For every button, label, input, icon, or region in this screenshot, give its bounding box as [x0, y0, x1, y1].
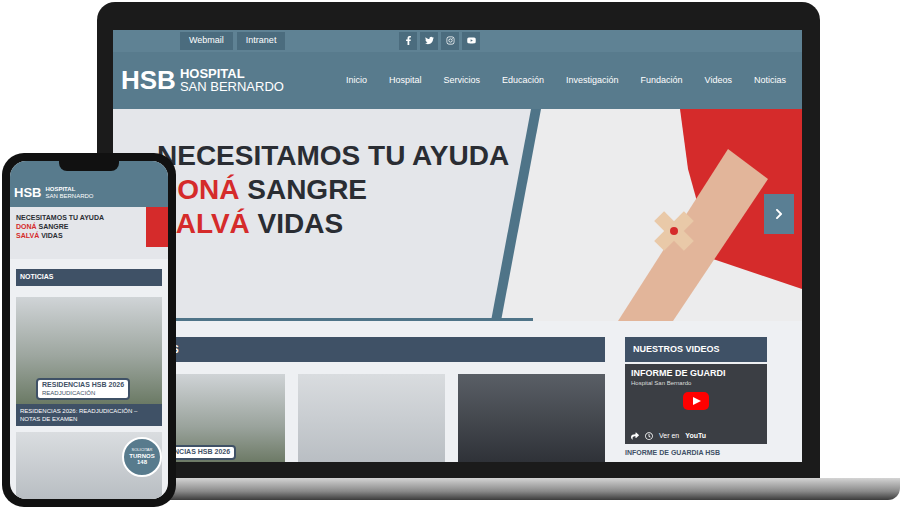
news-section: NOTICIASRESIDENCIAS HSB 2026	[121, 337, 605, 462]
videos-section: NUESTROS VIDEOSINFORME DE GUARDIHospital…	[625, 337, 767, 462]
nav-item[interactable]: Noticias	[754, 74, 786, 88]
social-icon	[425, 36, 434, 45]
logo-mark: HSB	[14, 186, 41, 199]
top-bar: WebmailIntranet	[113, 30, 802, 52]
social-button[interactable]	[399, 32, 417, 50]
video-title: INFORME DE GUARDI	[631, 368, 761, 379]
nav-item[interactable]: Hospital	[389, 74, 422, 88]
video-caption: INFORME DE GUARDIA HSB	[625, 448, 767, 459]
social-icon	[446, 36, 455, 45]
nav-item[interactable]: Videos	[705, 74, 732, 88]
share-icon[interactable]	[631, 432, 639, 440]
banner[interactable]: NECESITAMOS TU AYUDADONÁ SANGRESALVÁ VID…	[113, 109, 802, 321]
logo[interactable]: HSB HOSPITALSAN BERNARDO	[121, 67, 284, 94]
mockup: WebmailIntranetHSBHOSPITALSAN BERNARDOIn…	[0, 0, 900, 509]
nav-item[interactable]: Servicios	[443, 74, 480, 88]
banner-line: NECESITAMOS TU AYUDA	[157, 139, 802, 173]
banner-next-button[interactable]	[764, 194, 794, 234]
logo-mark: HSB	[121, 67, 176, 93]
news-badge: RESIDENCIAS HSB 2026READJUDICACIÓN	[36, 378, 130, 400]
news-card[interactable]	[298, 374, 445, 462]
social-icon	[467, 36, 476, 45]
phone-news-caption[interactable]: RESIDENCIAS 2026: READJUDICACIÓN – NOTAS…	[16, 404, 162, 426]
logo-line: SAN BERNARDO	[45, 193, 93, 199]
video-player[interactable]: INFORME DE GUARDIHospital San Bernardo Ve…	[625, 364, 767, 444]
turnos-button[interactable]: SOLICITARTURNOS148	[122, 437, 162, 477]
news-card[interactable]	[458, 374, 605, 462]
nav-item[interactable]: Fundación	[641, 74, 683, 88]
social-button[interactable]	[420, 32, 438, 50]
banner-line: SALVÁ VIDAS	[157, 207, 802, 241]
chevron-right-icon	[773, 208, 785, 220]
videos-header: NUESTROS VIDEOS	[625, 337, 767, 362]
laptop-base	[88, 478, 900, 500]
top-link[interactable]: Intranet	[237, 32, 286, 50]
watch-label[interactable]: Ver en	[659, 431, 679, 442]
top-link[interactable]: Webmail	[180, 32, 233, 50]
phone-notch	[59, 161, 119, 171]
phone-news-header: NOTICIAS	[16, 269, 162, 286]
phone-banner[interactable]: NECESITAMOS TU AYUDADONÁ SANGRESALVÁ VID…	[10, 207, 168, 259]
play-icon	[683, 392, 709, 410]
news-header: NOTICIAS	[121, 337, 605, 362]
logo[interactable]: HSB HOSPITALSAN BERNARDO	[14, 186, 93, 199]
phone-screen: HSB HOSPITALSAN BERNARDO NECESITAMOS TU AY…	[10, 161, 168, 499]
nav-item[interactable]: Educación	[502, 74, 544, 88]
nav-item[interactable]: Investigación	[566, 74, 619, 88]
youtube-brand: YouTu	[685, 431, 706, 442]
social-icon	[404, 36, 413, 45]
video-channel: Hospital San Bernardo	[631, 379, 761, 388]
social-button[interactable]	[462, 32, 480, 50]
laptop-screen: WebmailIntranet HSB HOSPITALSAN BERNARDO In…	[113, 30, 802, 462]
laptop-bezel: WebmailIntranet HSB HOSPITALSAN BERNARDO In…	[97, 2, 820, 478]
social-button[interactable]	[441, 32, 459, 50]
logo-line: HOSPITAL	[45, 186, 93, 192]
banner-line: DONÁ SANGRE	[157, 173, 802, 207]
logo-line: HOSPITAL	[180, 67, 284, 81]
phone: HSB HOSPITALSAN BERNARDO NECESITAMOS TU AY…	[2, 153, 176, 507]
nav-item[interactable]: Inicio	[346, 74, 367, 88]
clock-icon[interactable]	[645, 432, 653, 440]
nav-bar: HSB HOSPITALSAN BERNARDO Inicio Hospital Ser…	[113, 52, 802, 109]
phone-news-card[interactable]: RESIDENCIAS HSB 2026READJUDICACIÓN	[16, 297, 162, 404]
logo-line: SAN BERNARDO	[180, 80, 284, 94]
content: NOTICIASRESIDENCIAS HSB 2026 NUESTROS VID…	[113, 321, 802, 462]
